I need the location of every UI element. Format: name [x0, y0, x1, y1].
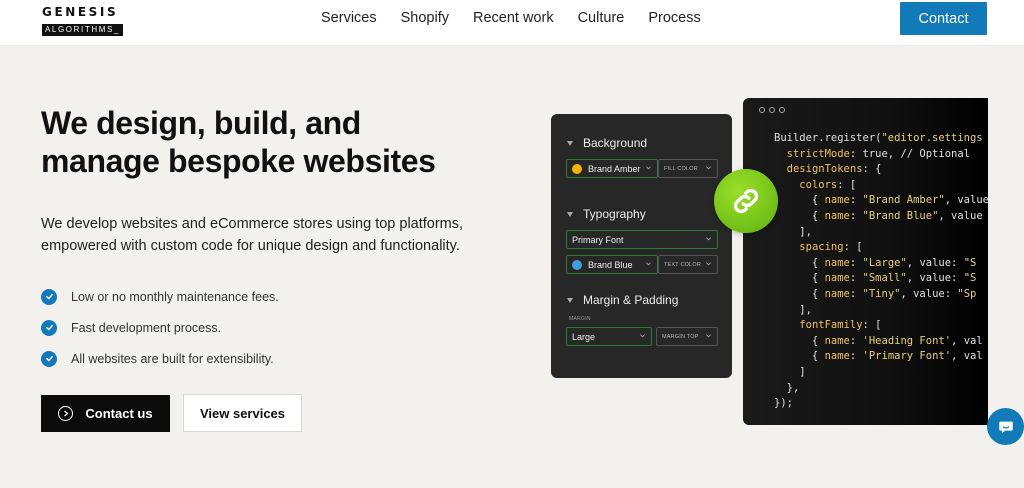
link-badge — [714, 169, 778, 233]
hero-title: We design, build, and manage bespoke web… — [41, 105, 436, 179]
list-item: Low or no monthly maintenance fees. — [41, 281, 279, 312]
background-section-title[interactable]: Background — [567, 136, 647, 150]
check-circle-icon — [41, 288, 57, 305]
design-settings-panel: Background Brand Amber FILL COLOR Typogr… — [551, 114, 732, 378]
feature-list: Low or no monthly maintenance fees. Fast… — [41, 281, 279, 374]
site-header: GENESIS ALGORITHMS_ Services Shopify Rec… — [0, 0, 1024, 46]
nav-shopify[interactable]: Shopify — [401, 10, 449, 26]
margin-side-select[interactable]: MARGIN TOP — [656, 327, 718, 346]
list-item: Fast development process. — [41, 312, 279, 343]
nav-services[interactable]: Services — [321, 10, 377, 26]
code-snippet: Builder.register("editor.settings strict… — [774, 132, 988, 410]
hero-subtitle: We develop websites and eCommerce stores… — [41, 216, 464, 254]
window-dots — [759, 107, 785, 113]
chevron-down-icon — [640, 334, 645, 338]
chevron-down-icon — [646, 166, 651, 170]
chevron-down-icon — [646, 262, 651, 266]
contact-us-button[interactable]: Contact us — [41, 395, 170, 432]
check-circle-icon — [41, 350, 57, 367]
list-item: All websites are built for extensibility… — [41, 343, 279, 374]
margin-section-title[interactable]: Margin & Padding — [567, 293, 678, 307]
nav-recent-work[interactable]: Recent work — [473, 10, 554, 26]
nav-process[interactable]: Process — [648, 10, 700, 26]
chevron-down-icon — [706, 334, 711, 338]
nav-culture[interactable]: Culture — [578, 10, 625, 26]
code-window: Builder.register("editor.settings strict… — [743, 98, 988, 425]
triangle-down-icon — [567, 211, 573, 217]
font-select[interactable]: Primary Font — [566, 230, 718, 249]
chat-icon — [998, 421, 1013, 433]
logo-wordmark: GENESIS — [42, 5, 119, 19]
contact-button[interactable]: Contact — [900, 2, 987, 35]
margin-size-select[interactable]: Large — [566, 327, 652, 346]
margin-label: MARGIN — [569, 316, 591, 322]
triangle-down-icon — [567, 297, 573, 303]
typography-section-title[interactable]: Typography — [567, 207, 646, 221]
triangle-down-icon — [567, 140, 573, 146]
text-color-select[interactable]: Brand Blue — [566, 255, 658, 274]
fill-color-select[interactable]: FILL COLOR — [658, 159, 718, 178]
check-circle-icon — [41, 319, 57, 336]
view-services-button[interactable]: View services — [183, 394, 302, 432]
text-color-type-select[interactable]: TEXT COLOR — [658, 255, 718, 274]
amber-swatch — [572, 163, 582, 174]
play-circle-icon — [58, 406, 74, 421]
chevron-down-icon — [706, 237, 711, 241]
link-icon — [733, 188, 759, 214]
logo-subtitle: ALGORITHMS_ — [42, 24, 123, 36]
logo[interactable]: GENESIS ALGORITHMS_ — [42, 5, 138, 37]
blue-swatch — [572, 259, 582, 270]
background-color-select[interactable]: Brand Amber — [566, 159, 658, 178]
chevron-down-icon — [706, 166, 711, 170]
chevron-down-icon — [706, 262, 711, 266]
main-nav: Services Shopify Recent work Culture Pro… — [321, 10, 701, 26]
chat-widget-button[interactable] — [987, 408, 1024, 445]
